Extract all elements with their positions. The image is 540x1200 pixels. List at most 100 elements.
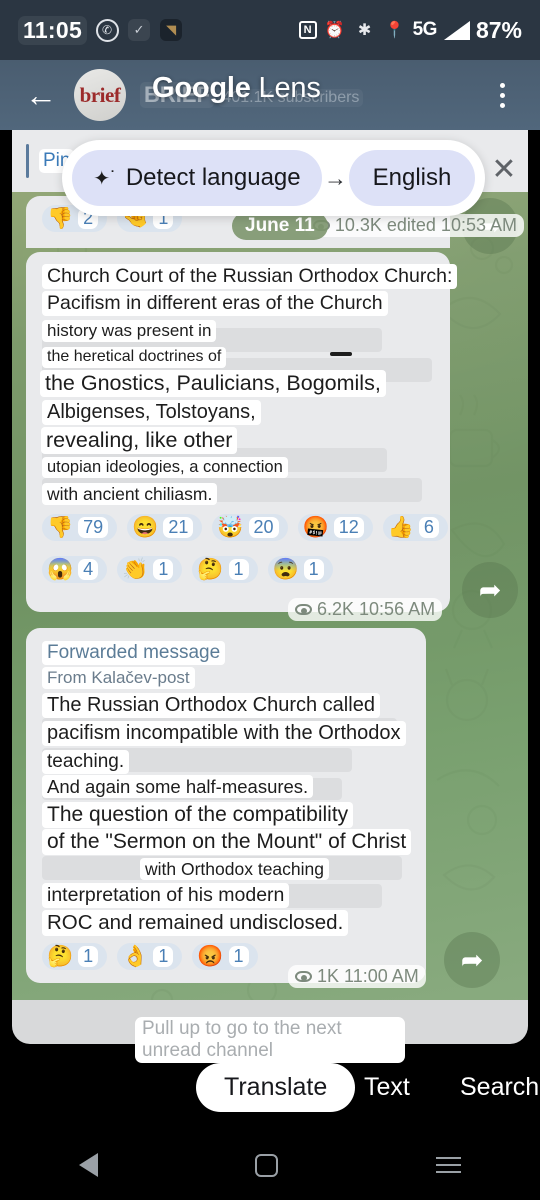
battery-percent: 87% (475, 16, 522, 43)
tab-translate[interactable]: Translate (196, 1062, 356, 1112)
close-icon[interactable]: ✕ (487, 152, 521, 186)
reaction-count: 4 (78, 559, 99, 580)
reaction-pill[interactable]: 🤬 12 (297, 514, 373, 541)
translated-line: teaching. (42, 750, 130, 775)
reaction-emoji: 🤬 (302, 516, 329, 539)
viber-icon: ✆ (95, 18, 119, 42)
translated-line: with Orthodox teaching (140, 858, 329, 881)
reaction-pill[interactable]: 🤔 1 (42, 943, 108, 970)
home-icon[interactable] (255, 1153, 279, 1177)
reaction-pill[interactable]: 🤯 20 (212, 514, 288, 541)
views-eye-icon (295, 604, 312, 615)
reaction-count: 6 (418, 517, 439, 538)
reaction-pill[interactable]: 👌 1 (117, 943, 183, 970)
lens-title-bold: Google (152, 72, 251, 104)
check-square-icon: ✓ (127, 18, 151, 42)
target-language-chip[interactable]: English (349, 150, 475, 206)
back-icon[interactable] (78, 1153, 98, 1177)
reaction-row-2-church[interactable]: 😱 4 👏 1 🤔 1 😨 1 (42, 556, 333, 583)
reaction-count: 1 (153, 559, 174, 580)
back-button[interactable]: ← (20, 74, 62, 116)
translated-line: interpretation of his modern (42, 883, 290, 908)
source-language-chip[interactable]: ✦˙ Detect language (72, 150, 322, 206)
more-options-button[interactable] (484, 74, 520, 116)
message-meta-church: 6.2K 10:56 AM (288, 598, 443, 621)
reaction-row-1-church[interactable]: 👎 79 😄 21 🤯 20 🤬 12 👍 6 (42, 514, 448, 541)
reaction-count: 1 (228, 946, 249, 967)
network-type: 5G (412, 19, 438, 40)
reaction-count: 12 (333, 517, 364, 538)
lens-title-light: Lens (250, 72, 321, 104)
reaction-pill[interactable]: 👏 1 (117, 556, 183, 583)
location-icon: 📍 (384, 22, 405, 39)
view-count: 1K (317, 966, 340, 986)
translated-line: Pacifism in different eras of the Church (42, 291, 388, 316)
reaction-pill[interactable]: 😄 21 (127, 514, 203, 541)
forwarded-from: From Kalačev-post (42, 667, 195, 689)
reaction-emoji: 🤔 (47, 945, 74, 968)
reaction-count: 79 (78, 517, 109, 538)
nfc-icon: N (298, 21, 317, 39)
forward-button[interactable]: ➦ (444, 932, 500, 988)
translated-line: of the "Sermon on the Mount" of Christ (42, 829, 412, 856)
translated-line: pacifism incompatible with the Orthodox (42, 721, 406, 747)
reaction-count: 21 (163, 517, 194, 538)
translated-line: utopian ideologies, a connection (42, 457, 288, 479)
translated-line: revealing, like other (41, 427, 238, 454)
reaction-pill[interactable]: 👎 79 (42, 514, 118, 541)
reaction-pill[interactable]: 🤔 1 (192, 556, 258, 583)
reaction-pill[interactable]: 👍 6 (382, 514, 448, 541)
lens-language-bar[interactable]: ✦˙ Detect language → English (62, 140, 485, 216)
status-bar-right: N ⏰ ✱ 📍 5G 87% (298, 16, 522, 44)
reaction-count: 1 (78, 946, 99, 967)
translated-line: the Gnostics, Paulicians, Bogomils, (40, 370, 386, 397)
translated-line: ROC and remained undisclosed. (42, 910, 349, 936)
translated-line: The question of the compatibility (42, 802, 354, 829)
google-lens-title: Google Lens (152, 72, 321, 105)
translated-line: history was present in (42, 320, 217, 342)
translated-line: with ancient chiliasm. (42, 483, 218, 506)
reaction-emoji: 😄 (132, 516, 159, 539)
android-nav-bar[interactable] (0, 1130, 540, 1200)
reaction-emoji: 👎 (47, 516, 74, 539)
bluetooth-icon: ✱ (357, 22, 372, 39)
translated-line: Church Court of the Russian Orthodox Chu… (42, 264, 458, 289)
reaction-emoji: 🤔 (197, 558, 224, 581)
signal-strength-icon (443, 20, 470, 40)
forwarded-label: Forwarded message (42, 641, 226, 666)
channel-avatar[interactable]: brief (74, 69, 126, 121)
reaction-pill[interactable]: 😱 4 (42, 556, 108, 583)
message-time: 10:56 AM (359, 599, 436, 619)
reaction-count: 1 (303, 559, 324, 580)
translated-line: the heretical doctrines of (42, 347, 227, 368)
sparkle-icon: ✦˙ (93, 167, 117, 190)
edited-timestamp: edited 10:53 AM (386, 215, 517, 235)
forward-button[interactable]: ➦ (462, 562, 518, 618)
reaction-emoji: 🤯 (217, 516, 244, 539)
reaction-emoji: 👏 (122, 558, 149, 581)
reaction-emoji: 😡 (197, 945, 224, 968)
status-bar: 11:05 ✆ ✓ ◥ N ⏰ ✱ 📍 5G 87% (0, 0, 540, 60)
reaction-emoji: 👍 (387, 516, 414, 539)
tab-text[interactable]: Text (364, 1073, 410, 1102)
reaction-count: 1 (153, 946, 174, 967)
message-meta-partial: 10.3K edited 10:53 AM (305, 214, 524, 237)
reaction-pill[interactable]: 😡 1 (192, 943, 258, 970)
reaction-count: 20 (248, 517, 279, 538)
pinned-indicator-line (26, 144, 29, 178)
dark-square-icon: ◥ (159, 18, 183, 42)
reaction-pill[interactable]: 😨 1 (267, 556, 333, 583)
alarm-icon: ⏰ (324, 22, 345, 39)
date-divider: June 11 (232, 212, 328, 240)
reaction-count: 1 (228, 559, 249, 580)
dash-mark (330, 352, 352, 356)
recents-icon[interactable] (436, 1156, 462, 1174)
target-language-label: English (372, 164, 452, 191)
message-meta-forwarded: 1K 11:00 AM (288, 965, 426, 988)
translated-line: And again some half-measures. (42, 775, 314, 799)
phone-screen: 11:05 ✆ ✓ ◥ N ⏰ ✱ 📍 5G 87% ← brief BRIEF… (0, 0, 540, 1200)
status-time: 11:05 (18, 15, 88, 45)
reaction-row-forwarded[interactable]: 🤔 1 👌 1 😡 1 (42, 943, 258, 970)
view-count: 10.3K (334, 215, 382, 235)
tab-search[interactable]: Search (460, 1073, 539, 1102)
